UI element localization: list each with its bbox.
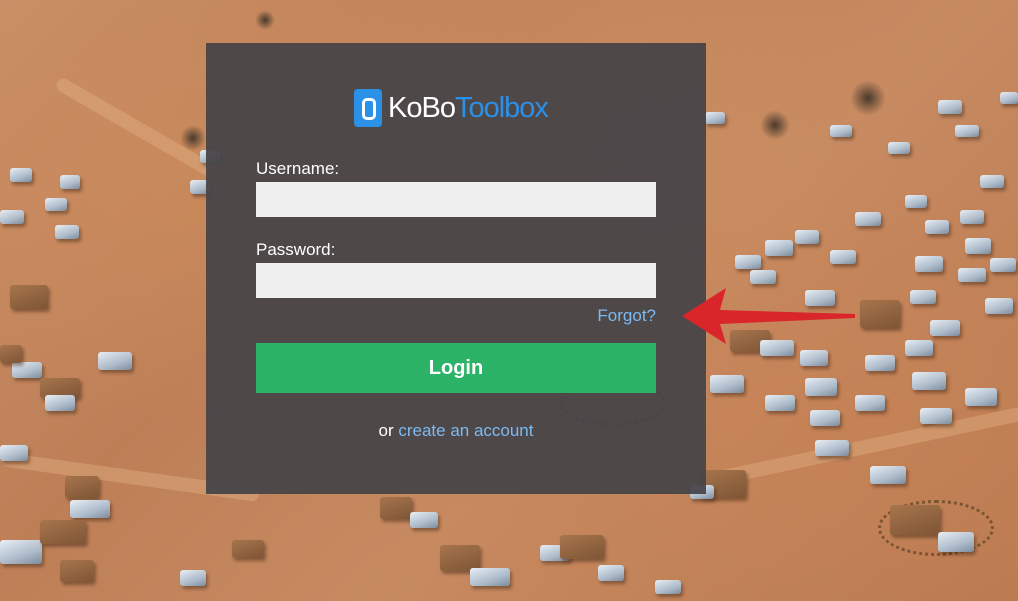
login-panel: KoBoToolbox Username: Password: Forgot? … [206,43,706,494]
password-input[interactable] [256,263,656,298]
logo-text-kobo: KoBo [388,92,456,124]
password-label: Password: [256,240,336,259]
signup-prompt: or create an account [206,421,706,441]
kobo-logo-icon [354,89,382,127]
signup-prefix: or [378,421,394,440]
red-arrow-icon [682,288,855,344]
username-label: Username: [256,159,340,178]
create-account-link[interactable]: create an account [398,421,533,440]
forgot-password-link[interactable]: Forgot? [597,306,656,326]
logo-text-toolbox: Toolbox [454,92,549,124]
kobotoolbox-logo[interactable]: KoBoToolbox [354,88,549,128]
logo-wordmark: KoBoToolbox [388,89,549,127]
username-input[interactable] [256,182,656,217]
login-button[interactable]: Login [256,343,656,393]
